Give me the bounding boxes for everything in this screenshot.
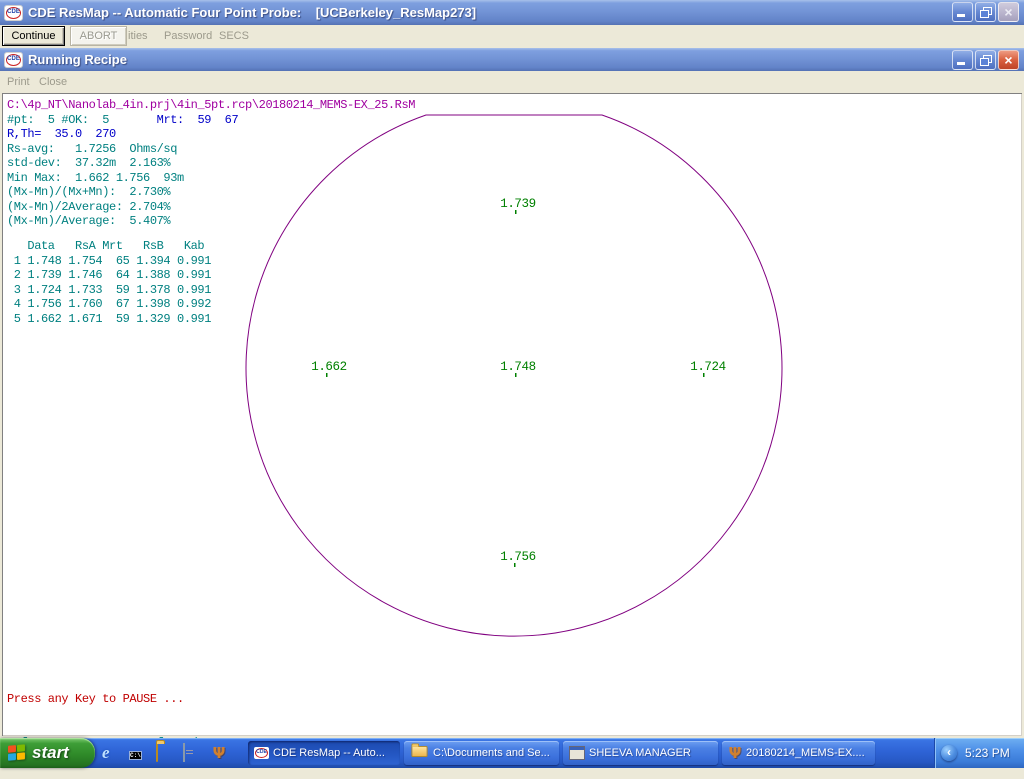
minimize-icon	[957, 14, 965, 17]
minimize-button[interactable]	[952, 2, 973, 22]
notepad-icon[interactable]	[183, 744, 201, 762]
taskbar-task-documents-folder[interactable]: C:\Documents and Se...	[404, 741, 559, 765]
measurement-table: Data RsA Mrt RsB Kab 1 1.748 1.754 65 1.…	[7, 239, 211, 326]
windows-flag-icon	[8, 744, 26, 762]
measurement-stats: C:\4p_NT\Nanolab_4in.prj\4in_5pt.rcp\201…	[7, 98, 415, 229]
folder-icon[interactable]	[156, 744, 174, 762]
tray-collapse-chevron-button[interactable]: ‹	[941, 745, 957, 761]
restore-icon	[980, 7, 992, 19]
quick-launch-bar: e C:\ Ψ	[102, 738, 228, 768]
menu-item-print[interactable]: Print	[7, 74, 30, 90]
status-pause-line: Press any Key to PAUSE ...	[7, 692, 531, 707]
main-title-bar: CDE CDE ResMap -- Automatic Four Point P…	[0, 0, 1024, 25]
recipe-menu-bar: Print Close	[0, 71, 1024, 93]
wafer-point-markers	[326, 210, 705, 567]
taskbar: start e C:\ Ψ CDE CDE ResMap -- Auto... …	[0, 738, 1024, 768]
taskbar-clock: 5:23 PM	[965, 746, 1010, 760]
resmap-claw-icon[interactable]: Ψ	[210, 744, 228, 762]
recipe-client-area: C:\4p_NT\Nanolab_4in.prj\4in_5pt.rcp\201…	[2, 93, 1022, 736]
continue-button[interactable]: Continue	[2, 26, 65, 46]
recipe-minimize-button[interactable]	[952, 50, 973, 70]
main-window-title: CDE ResMap -- Automatic Four Point Probe…	[28, 5, 476, 20]
resmap-claw-icon: Ψ	[728, 744, 742, 762]
abort-button: ABORT	[70, 26, 127, 46]
taskbar-task-cde-resmap[interactable]: CDE CDE ResMap -- Auto...	[248, 741, 400, 765]
close-icon: ×	[999, 52, 1018, 69]
menu-item-close[interactable]: Close	[39, 74, 67, 90]
restore-icon	[980, 55, 992, 67]
internet-explorer-icon[interactable]: e	[102, 744, 120, 762]
command-prompt-icon[interactable]: C:\	[129, 744, 147, 762]
menu-item-utilities[interactable]: ities	[128, 28, 148, 44]
close-button-disabled: ×	[998, 2, 1019, 22]
wafer-point-label-bottom: 1.756	[500, 550, 536, 564]
recipe-restore-button[interactable]	[975, 50, 996, 70]
folder-icon	[411, 745, 427, 756]
wafer-point-label-center: 1.748	[500, 360, 536, 374]
wafer-point-label-top: 1.739	[500, 197, 536, 211]
cde-icon: CDE	[254, 747, 269, 759]
recipe-window-title: Running Recipe	[28, 52, 127, 67]
wafer-point-label-left: 1.662	[311, 360, 347, 374]
recipe-title-bar: CDE Running Recipe ×	[0, 48, 1024, 71]
cde-app-icon: CDE	[4, 5, 23, 21]
start-button[interactable]: start	[0, 738, 95, 768]
main-toolbar: Continue ABORT ities Password SECS	[0, 25, 1024, 47]
taskbar-task-sheeva-manager[interactable]: SHEEVA MANAGER	[563, 741, 718, 765]
restore-button[interactable]	[975, 2, 996, 22]
sheeva-manager-icon	[569, 746, 585, 760]
close-icon: ×	[999, 4, 1018, 21]
menu-item-secs[interactable]: SECS	[219, 28, 249, 44]
taskbar-task-mems-file[interactable]: Ψ 20180214_MEMS-EX....	[722, 741, 875, 765]
cde-recipe-icon: CDE	[4, 52, 23, 68]
minimize-icon	[957, 62, 965, 65]
recipe-close-button[interactable]: ×	[998, 50, 1019, 70]
wafer-point-label-right: 1.724	[690, 360, 726, 374]
system-tray: ‹ 5:23 PM	[934, 738, 1024, 768]
menu-item-password[interactable]: Password	[164, 28, 212, 44]
